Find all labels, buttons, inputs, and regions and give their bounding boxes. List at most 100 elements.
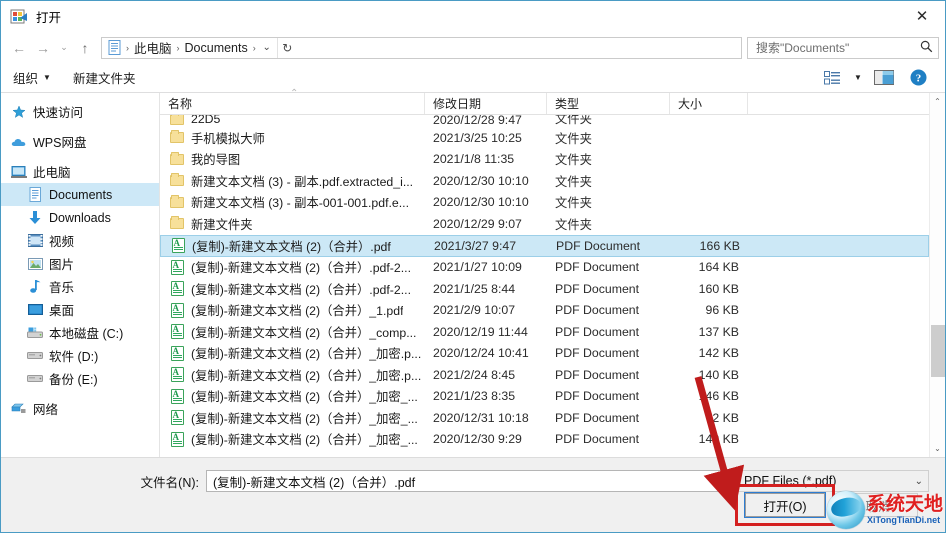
chevron-down-icon[interactable]: ⌄ <box>721 476 729 487</box>
breadcrumb-this-pc[interactable]: 此电脑 <box>130 38 176 58</box>
sidebar-item-label: 图片 <box>49 258 75 272</box>
cell-name: 我的导图 <box>160 150 425 168</box>
table-row[interactable]: (复制)-新建文本文档 (2)（合并）_加密_... 2020/12/30 9:2… <box>160 429 929 451</box>
table-row[interactable]: (复制)-新建文本文档 (2)（合并）.pdf-2... 2021/1/27 10… <box>160 257 929 279</box>
table-row[interactable]: (复制)-新建文本文档 (2)（合并）_加密.p... 2021/2/24 8:4… <box>160 364 929 386</box>
address-bar[interactable]: › 此电脑 › Documents › ⌄ ↻ <box>101 36 742 59</box>
scrollbar-track[interactable] <box>930 110 946 440</box>
network-icon <box>11 401 27 417</box>
forward-icon[interactable]: → <box>31 37 55 59</box>
vertical-scrollbar[interactable]: ⌃ ⌄ <box>929 93 945 457</box>
sidebar-item-music[interactable]: 音乐 <box>1 275 159 298</box>
cell-type: PDF Document <box>555 303 640 318</box>
column-header-size[interactable]: 大小 <box>670 93 748 114</box>
chevron-down-icon: ▼ <box>43 73 51 82</box>
scrollbar-thumb[interactable] <box>930 325 945 377</box>
cell-name-label: 新建文件夹 <box>191 217 253 232</box>
cell-name: (复制)-新建文本文档 (2)（合并）_加密.p... <box>160 344 425 362</box>
title-bar: 打开 ✕ <box>1 1 945 32</box>
cell-size: 166 KB <box>699 238 740 253</box>
search-input[interactable]: 搜索"Documents" <box>747 36 939 59</box>
cell-name-label: (复制)-新建文本文档 (2)（合并）_加密_... <box>191 411 418 426</box>
sidebar-item-local-disk-c[interactable]: 本地磁盘 (C:) <box>1 321 159 344</box>
pdf-icon <box>169 431 185 447</box>
sidebar-item-label: 桌面 <box>49 304 75 318</box>
table-row[interactable]: 我的导图 2021/1/8 11:35 文件夹 <box>160 149 929 171</box>
cell-date: 2020/12/30 10:10 <box>433 173 529 188</box>
file-list-pane: 名称 修改日期 类型 大小 ⌃ 22D5 2020/12/28 9:47 文件夹 手机… <box>160 88 929 457</box>
table-row[interactable]: (复制)-新建文本文档 (2)（合并）_1.pdf 2021/2/9 10:07 P… <box>160 300 929 322</box>
table-row[interactable]: 新建文本文档 (3) - 副本.pdf.extracted_i... 2020/1… <box>160 170 929 192</box>
column-header-type[interactable]: 类型 <box>547 93 670 114</box>
refresh-icon[interactable]: ↻ <box>276 37 297 58</box>
help-icon[interactable]: ? <box>901 66 935 90</box>
table-row[interactable]: (复制)-新建文本文档 (2)（合并）.pdf 2021/3/27 9:47 PDF… <box>160 234 929 257</box>
cell-date: 2021/3/25 10:25 <box>433 130 522 145</box>
column-label: 类型 <box>555 97 580 111</box>
cell-date: 2020/12/19 11:44 <box>433 324 528 339</box>
sidebar-item-quick-access[interactable]: 快速访问 <box>1 100 159 123</box>
chevron-down-icon[interactable]: ⌄ <box>257 38 277 58</box>
cell-type: PDF Document <box>556 238 641 253</box>
open-file-icon <box>10 8 28 26</box>
cell-type: 文件夹 <box>555 174 592 189</box>
sidebar-item-label: Downloads <box>49 210 111 225</box>
new-folder-label: 新建文件夹 <box>72 72 136 86</box>
recent-locations-icon[interactable]: ⌄ <box>55 37 73 59</box>
cell-type: 文件夹 <box>555 217 592 232</box>
chevron-down-icon[interactable]: ▼ <box>849 66 867 90</box>
new-folder-button[interactable]: 新建文件夹 <box>73 68 136 87</box>
watermark-logo: 系统天地 XiTongTianDi.net <box>827 488 945 532</box>
sidebar-item-pictures[interactable]: 图片 <box>1 252 159 275</box>
cell-name-label: 手机模拟大师 <box>191 131 265 146</box>
chevron-down-icon[interactable]: ⌄ <box>915 476 923 487</box>
sidebar-item-label: 视频 <box>49 235 75 249</box>
sidebar-item-desktop[interactable]: 桌面 <box>1 298 159 321</box>
table-row[interactable]: (复制)-新建文本文档 (2)（合并）.pdf-2... 2021/1/25 8:… <box>160 278 929 300</box>
cell-date: 2020/12/29 9:07 <box>433 216 522 231</box>
cloud-icon <box>11 134 27 150</box>
cell-type: 文件夹 <box>555 196 592 211</box>
column-header-date[interactable]: 修改日期 <box>425 93 547 114</box>
cell-name: (复制)-新建文本文档 (2)（合并）_加密.p... <box>160 366 425 384</box>
sidebar-item-documents[interactable]: Documents <box>1 183 159 206</box>
sidebar-item-network[interactable]: 网络 <box>1 397 159 420</box>
back-icon[interactable]: ← <box>7 37 31 59</box>
sidebar-item-label: Documents <box>49 187 113 202</box>
table-row[interactable]: (复制)-新建文本文档 (2)（合并）_加密_... 2021/1/23 8:35… <box>160 386 929 408</box>
drive-icon <box>27 348 43 364</box>
cell-date: 2020/12/30 10:10 <box>433 195 529 210</box>
filename-input[interactable]: (复制)-新建文本文档 (2)（合并）.pdf ⌄ <box>206 470 735 492</box>
video-icon <box>27 233 43 249</box>
file-rows[interactable]: 22D5 2020/12/28 9:47 文件夹手机模拟大师 2021/3/25 10… <box>160 115 929 457</box>
folder-icon <box>169 216 185 232</box>
cell-date: 2020/12/30 9:29 <box>433 432 522 447</box>
globe-icon <box>827 491 865 529</box>
breadcrumb-documents[interactable]: Documents <box>181 38 252 58</box>
organize-button[interactable]: 组织 ▼ <box>13 68 51 87</box>
scroll-down-icon[interactable]: ⌄ <box>930 440 946 457</box>
folder-icon <box>169 194 185 210</box>
cell-name-label: (复制)-新建文本文档 (2)（合并）_加密.p... <box>191 347 422 362</box>
table-row[interactable]: 新建文件夹 2020/12/29 9:07 文件夹 <box>160 213 929 235</box>
cell-name: (复制)-新建文本文档 (2)（合并）.pdf-2... <box>160 280 425 298</box>
scroll-up-icon[interactable]: ⌃ <box>930 93 946 110</box>
sidebar-item-drive-e[interactable]: 备份 (E:) <box>1 367 159 390</box>
close-icon[interactable]: ✕ <box>899 1 945 31</box>
sidebar-item-this-pc[interactable]: 此电脑 <box>1 160 159 183</box>
sidebar-item-wps-cloud[interactable]: WPS网盘 <box>1 130 159 153</box>
list-view-icon[interactable] <box>815 66 849 90</box>
sidebar-item-videos[interactable]: 视频 <box>1 229 159 252</box>
sidebar-item-drive-d[interactable]: 软件 (D:) <box>1 344 159 367</box>
open-button[interactable]: 打开(O) <box>744 492 826 518</box>
table-row[interactable]: 新建文本文档 (3) - 副本-001-001.pdf.e... 2020/12/… <box>160 192 929 214</box>
preview-pane-icon[interactable] <box>867 66 901 90</box>
table-row[interactable]: (复制)-新建文本文档 (2)（合并）_加密_... 2020/12/31 10:… <box>160 407 929 429</box>
table-row[interactable]: (复制)-新建文本文档 (2)（合并）_comp... 2020/12/19 11… <box>160 321 929 343</box>
table-row[interactable]: 手机模拟大师 2021/3/25 10:25 文件夹 <box>160 127 929 149</box>
table-row[interactable]: (复制)-新建文本文档 (2)（合并）_加密.p... 2020/12/24 10… <box>160 343 929 365</box>
table-row[interactable]: 22D5 2020/12/28 9:47 文件夹 <box>160 115 929 127</box>
up-icon[interactable]: ↑ <box>73 37 97 59</box>
pdf-icon <box>169 302 185 318</box>
sidebar-item-downloads[interactable]: Downloads <box>1 206 159 229</box>
